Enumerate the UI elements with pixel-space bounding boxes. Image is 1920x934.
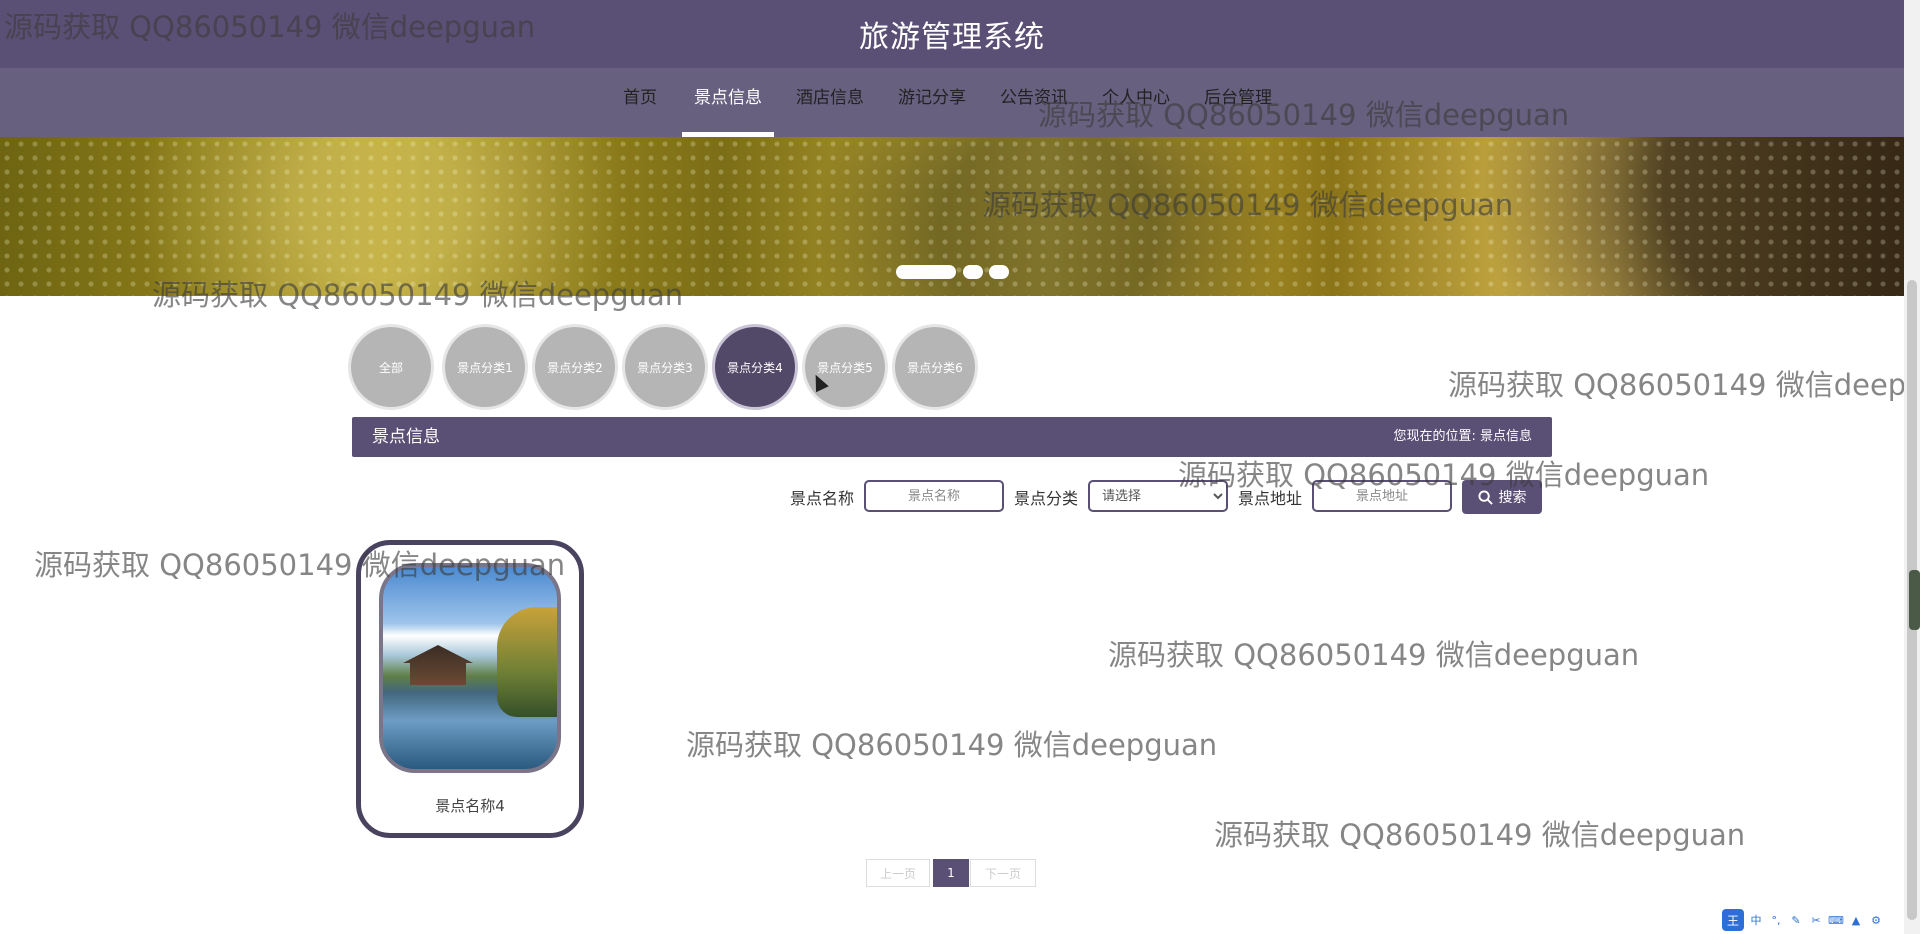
punctuation-icon[interactable]: °, (1768, 912, 1784, 928)
watermark: 源码获取 QQ86050149 微信deepguan (1108, 638, 1640, 672)
name-search-input[interactable] (864, 480, 1004, 512)
category-select[interactable]: 请选择 (1088, 480, 1228, 512)
category-3[interactable]: 景点分类3 (625, 327, 705, 407)
category-4[interactable]: 景点分类4 (715, 327, 795, 407)
address-search-input[interactable] (1312, 480, 1452, 512)
scissors-icon[interactable]: ✂ (1808, 912, 1824, 928)
nav-item-personal-center[interactable]: 个人中心 (1094, 68, 1178, 137)
settings-icon[interactable]: ⚙ (1868, 912, 1884, 928)
search-button-label: 搜索 (1498, 489, 1527, 505)
address-label: 景点地址 (1238, 489, 1303, 508)
site-title: 旅游管理系统 (859, 20, 1045, 55)
shirt-icon[interactable]: ▲ (1848, 912, 1864, 928)
breadcrumb: 您现在的位置: 景点信息 (1393, 417, 1532, 457)
category-5[interactable]: 景点分类5 (805, 327, 885, 407)
category-label: 景点分类 (1014, 489, 1079, 508)
nav-item-attractions[interactable]: 景点信息 (682, 68, 774, 137)
section-header: 景点信息 您现在的位置: 景点信息 (352, 417, 1552, 457)
name-label: 景点名称 (790, 489, 855, 508)
main-nav: 首页 景点信息 酒店信息 游记分享 公告资讯 个人中心 后台管理 (0, 68, 1904, 137)
nav-item-announcements[interactable]: 公告资讯 (992, 68, 1076, 137)
pen-icon[interactable]: ✎ (1788, 912, 1804, 928)
carousel-dot-1[interactable] (896, 265, 956, 279)
category-all[interactable]: 全部 (351, 327, 431, 407)
attraction-name[interactable]: 景点名称4 (361, 795, 579, 816)
prev-page-button[interactable]: 上一页 (866, 859, 930, 887)
ime-mode-icon[interactable]: 中 (1748, 912, 1764, 928)
nav-item-admin[interactable]: 后台管理 (1196, 68, 1280, 137)
ime-toolbar: 王 中 °, ✎ ✂ ⌨ ▲ ⚙ (1722, 909, 1884, 931)
nav-item-hotels[interactable]: 酒店信息 (788, 68, 872, 137)
section-title: 景点信息 (372, 427, 440, 447)
breadcrumb-current[interactable]: 景点信息 (1480, 429, 1532, 444)
category-2[interactable]: 景点分类2 (535, 327, 615, 407)
attraction-card[interactable]: 景点名称4 (356, 540, 584, 838)
breadcrumb-prefix: 您现在的位置: (1393, 429, 1476, 444)
nav-item-travel-notes[interactable]: 游记分享 (890, 68, 974, 137)
category-1[interactable]: 景点分类1 (445, 327, 525, 407)
watermark: 源码获取 QQ86050149 微信deepguan (686, 728, 1218, 762)
site-header: 旅游管理系统 (0, 0, 1904, 68)
search-icon (1477, 489, 1493, 505)
carousel-dot-3[interactable] (989, 265, 1009, 279)
keyboard-icon[interactable]: ⌨ (1828, 912, 1844, 928)
carousel-dot-2[interactable] (963, 265, 983, 279)
ime-logo-icon[interactable]: 王 (1722, 909, 1744, 931)
nav-item-home[interactable]: 首页 (614, 68, 666, 137)
attraction-image[interactable] (379, 563, 561, 773)
search-button[interactable]: 搜索 (1462, 480, 1542, 514)
watermark: 源码获取 QQ86050149 微信deepguan (1448, 368, 1920, 402)
side-widget[interactable] (1909, 570, 1920, 630)
category-6[interactable]: 景点分类6 (895, 327, 975, 407)
watermark: 源码获取 QQ86050149 微信deepguan (1214, 818, 1746, 852)
page-number-current[interactable]: 1 (933, 859, 969, 887)
next-page-button[interactable]: 下一页 (970, 859, 1036, 887)
